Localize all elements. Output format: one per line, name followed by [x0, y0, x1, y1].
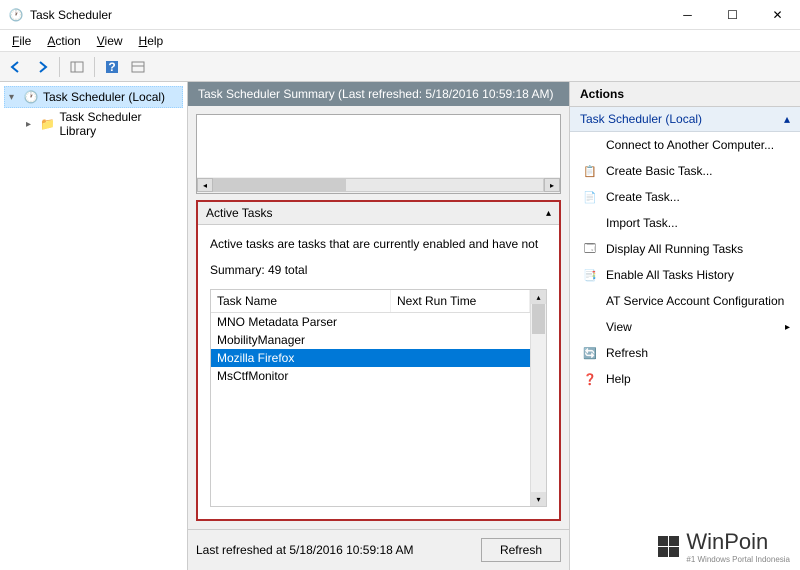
actions-title: Actions [570, 82, 800, 107]
window-controls: ─ ☐ ✕ [665, 0, 800, 30]
action-item[interactable]: ❓ Help [570, 366, 800, 392]
window-title: Task Scheduler [30, 8, 665, 22]
active-tasks-title: Active Tasks [206, 206, 272, 220]
tree-collapse-icon[interactable]: ▾ [9, 92, 19, 103]
tree-root[interactable]: ▾ 🕐 Task Scheduler (Local) [4, 86, 183, 108]
action-icon: 🗔 [582, 241, 598, 257]
action-label: Display All Running Tasks [606, 242, 743, 256]
col-task-name[interactable]: Task Name [211, 290, 391, 312]
action-label: Create Task... [606, 190, 680, 204]
scroll-up-arrow[interactable]: ▴ [531, 290, 546, 304]
action-label: AT Service Account Configuration [606, 294, 784, 308]
scroll-down-arrow[interactable]: ▾ [531, 492, 546, 506]
minimize-button[interactable]: ─ [665, 0, 710, 30]
collapse-icon[interactable]: ▴ [784, 112, 790, 126]
actions-subtitle[interactable]: Task Scheduler (Local) ▴ [570, 107, 800, 132]
action-icon: 📄 [582, 189, 598, 205]
center-panel: Task Scheduler Summary (Last refreshed: … [188, 82, 570, 570]
active-tasks-header[interactable]: Active Tasks ▴ [198, 202, 559, 225]
action-label: Enable All Tasks History [606, 268, 734, 282]
table-row[interactable]: Mozilla Firefox [211, 349, 530, 367]
scroll-left-arrow[interactable]: ◂ [197, 178, 213, 192]
action-item[interactable]: Connect to Another Computer... [570, 132, 800, 158]
col-next-run[interactable]: Next Run Time [391, 290, 530, 312]
action-label: Import Task... [606, 216, 678, 230]
scroll-right-arrow[interactable]: ▸ [544, 178, 560, 192]
toolbar-btn-3[interactable] [126, 55, 150, 79]
action-label: Help [606, 372, 631, 386]
titlebar: 🕐 Task Scheduler ─ ☐ ✕ [0, 0, 800, 30]
refresh-button[interactable]: Refresh [481, 538, 561, 562]
tree-library-label: Task Scheduler Library [59, 110, 179, 138]
action-label: View [606, 320, 632, 334]
scheduler-icon: 🕐 [23, 89, 39, 105]
tree-expand-icon[interactable]: ▸ [26, 119, 36, 130]
toolbar-btn-1[interactable] [65, 55, 89, 79]
action-item[interactable]: 📑 Enable All Tasks History [570, 262, 800, 288]
active-tasks-summary: Summary: 49 total [210, 263, 547, 277]
action-item[interactable]: Import Task... [570, 210, 800, 236]
table-row[interactable]: MobilityManager [211, 331, 530, 349]
sidebar: ▾ 🕐 Task Scheduler (Local) ▸ 📁 Task Sche… [0, 82, 188, 570]
action-label: Refresh [606, 346, 648, 360]
vertical-scrollbar[interactable]: ▴ ▾ [530, 290, 546, 506]
forward-button[interactable] [30, 55, 54, 79]
action-icon [582, 137, 598, 153]
top-status-panel: ◂ ▸ [196, 114, 561, 194]
action-icon: 🔄 [582, 345, 598, 361]
action-icon: 📑 [582, 267, 598, 283]
action-icon [582, 215, 598, 231]
action-label: Connect to Another Computer... [606, 138, 774, 152]
task-table: Task Name Next Run Time MNO Metadata Par… [210, 289, 547, 507]
action-item[interactable]: 📋 Create Basic Task... [570, 158, 800, 184]
action-item[interactable]: 📄 Create Task... [570, 184, 800, 210]
action-icon [582, 319, 598, 335]
active-tasks-panel: Active Tasks ▴ Active tasks are tasks th… [196, 200, 561, 521]
table-row[interactable]: MsCtfMonitor [211, 367, 530, 385]
table-row[interactable]: MNO Metadata Parser [211, 313, 530, 331]
menu-action[interactable]: Action [39, 32, 88, 50]
menu-view[interactable]: View [89, 32, 131, 50]
main-content: ▾ 🕐 Task Scheduler (Local) ▸ 📁 Task Sche… [0, 82, 800, 570]
action-item[interactable]: 🗔 Display All Running Tasks [570, 236, 800, 262]
menubar: File Action View Help [0, 30, 800, 52]
actions-panel: Actions Task Scheduler (Local) ▴ Connect… [570, 82, 800, 570]
back-button[interactable] [4, 55, 28, 79]
tree-library[interactable]: ▸ 📁 Task Scheduler Library [22, 108, 183, 140]
watermark-logo-icon [658, 536, 680, 557]
watermark-name: WinPoin [686, 529, 790, 555]
maximize-button[interactable]: ☐ [710, 0, 755, 30]
summary-header: Task Scheduler Summary (Last refreshed: … [188, 82, 569, 106]
close-button[interactable]: ✕ [755, 0, 800, 30]
help-button[interactable]: ? [100, 55, 124, 79]
table-header: Task Name Next Run Time [211, 290, 530, 313]
action-icon: ❓ [582, 371, 598, 387]
app-icon: 🕐 [8, 7, 24, 23]
menu-file[interactable]: File [4, 32, 39, 50]
menu-help[interactable]: Help [131, 32, 172, 50]
action-icon [582, 293, 598, 309]
collapse-icon[interactable]: ▴ [546, 208, 551, 219]
last-refreshed-text: Last refreshed at 5/18/2016 10:59:18 AM [196, 543, 473, 557]
active-tasks-description: Active tasks are tasks that are currentl… [210, 237, 547, 251]
watermark-tagline: #1 Windows Portal Indonesia [686, 555, 790, 564]
action-item[interactable]: View [570, 314, 800, 340]
action-item[interactable]: AT Service Account Configuration [570, 288, 800, 314]
action-icon: 📋 [582, 163, 598, 179]
toolbar: ? [0, 52, 800, 82]
tree-root-label: Task Scheduler (Local) [43, 90, 165, 104]
horizontal-scrollbar[interactable]: ◂ ▸ [197, 177, 560, 193]
watermark: WinPoin #1 Windows Portal Indonesia [658, 529, 790, 564]
action-label: Create Basic Task... [606, 164, 713, 178]
svg-text:?: ? [108, 60, 115, 74]
folder-icon: 📁 [40, 116, 56, 132]
action-item[interactable]: 🔄 Refresh [570, 340, 800, 366]
footer: Last refreshed at 5/18/2016 10:59:18 AM … [188, 529, 569, 570]
